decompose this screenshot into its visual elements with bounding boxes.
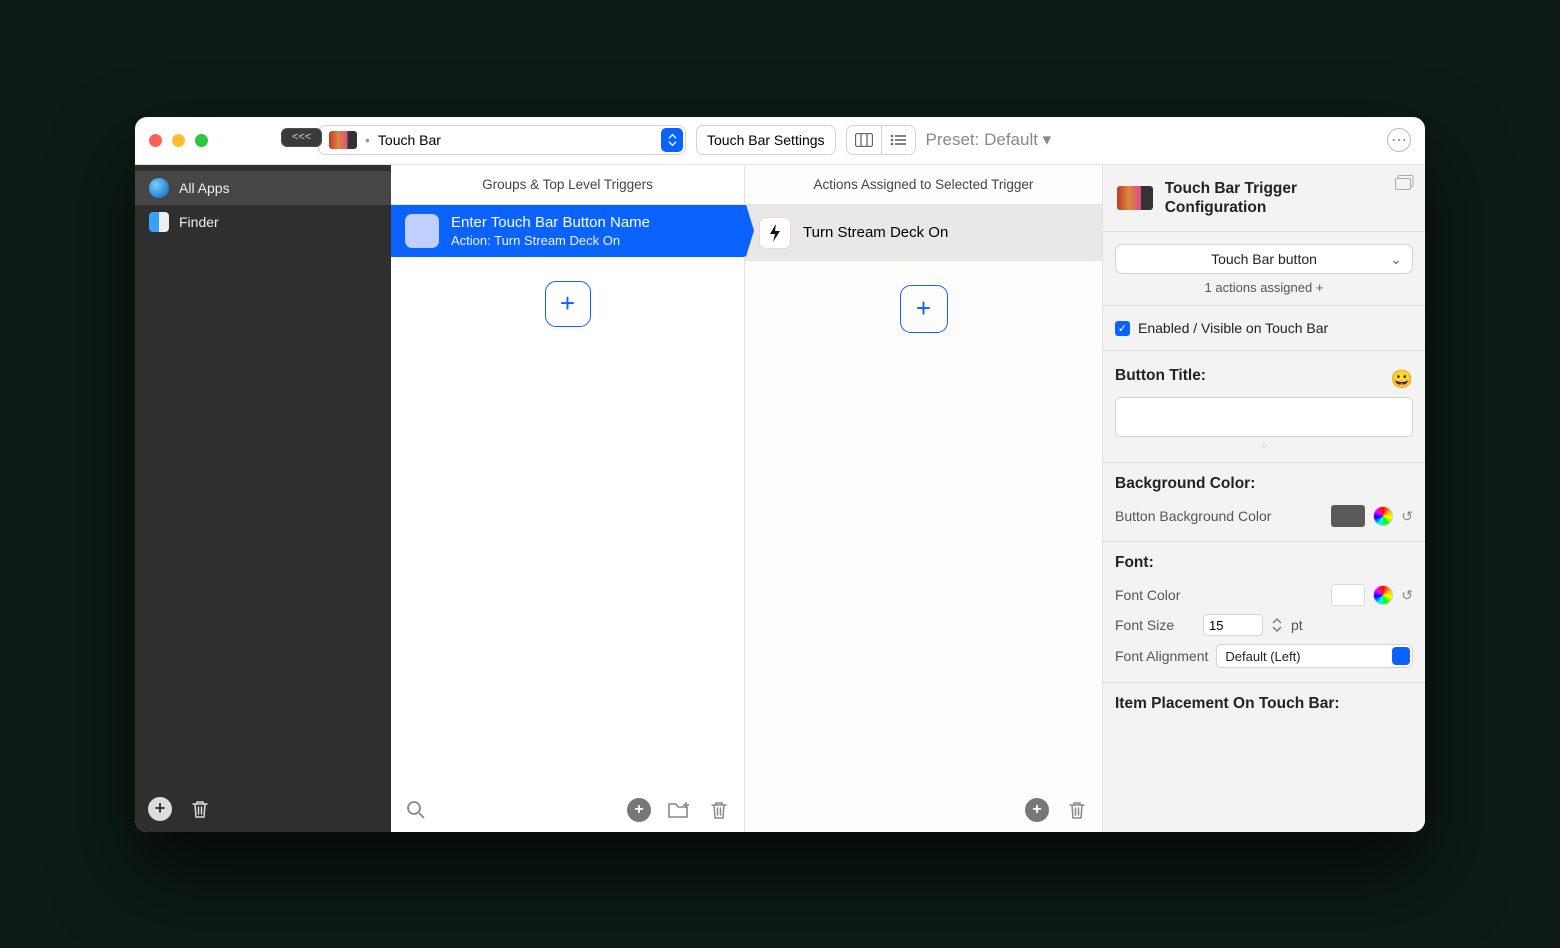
trigger-type-select[interactable]: Touch Bar button ⌄ (1115, 244, 1413, 274)
triggers-column: Groups & Top Level Triggers Enter Touch … (391, 165, 745, 832)
search-button[interactable] (403, 797, 429, 823)
add-circle-button[interactable]: + (626, 797, 652, 823)
action-row[interactable]: Turn Stream Deck On (745, 205, 1102, 261)
sidebar-item-label: Finder (179, 214, 219, 230)
sidebar: <<< All Apps Finder + (135, 165, 391, 832)
app-window: • Touch Bar Touch Bar Settings Preset: D… (135, 117, 1425, 832)
bg-color-label: Button Background Color (1115, 508, 1323, 524)
globe-icon (149, 178, 169, 198)
bg-color-header: Background Color: (1115, 475, 1413, 493)
enabled-checkbox[interactable]: ✓ (1115, 321, 1130, 336)
actions-assigned-text[interactable]: 1 actions assigned + (1103, 280, 1425, 295)
font-size-input[interactable] (1203, 614, 1263, 636)
font-color-label: Font Color (1115, 587, 1323, 603)
more-menu-icon[interactable]: ⋯ (1387, 128, 1411, 152)
font-align-select[interactable]: Default (Left) (1216, 644, 1413, 668)
add-action-circle-button[interactable]: + (1024, 797, 1050, 823)
chevron-down-icon: ⌄ (1390, 251, 1402, 268)
sidebar-item-finder[interactable]: Finder (135, 205, 391, 239)
color-picker-icon[interactable] (1373, 585, 1393, 605)
font-color-swatch[interactable] (1331, 584, 1365, 606)
trash-action-button[interactable] (1064, 797, 1090, 823)
trigger-category-label: Touch Bar (378, 132, 441, 148)
back-button[interactable]: <<< (281, 128, 322, 147)
trigger-title: Enter Touch Bar Button Name (451, 214, 650, 231)
enabled-label: Enabled / Visible on Touch Bar (1138, 320, 1328, 336)
triggers-header: Groups & Top Level Triggers (391, 165, 744, 205)
view-mode-segmented[interactable] (846, 125, 916, 155)
finder-icon (149, 212, 169, 232)
traffic-minimize[interactable] (172, 134, 185, 147)
settings-button-label: Touch Bar Settings (707, 132, 825, 148)
font-size-unit: pt (1291, 617, 1303, 633)
stepper-icon (1392, 647, 1410, 665)
button-title-header: Button Title: (1115, 367, 1206, 385)
touch-bar-icon (1117, 186, 1153, 210)
preset-selector[interactable]: Preset: Default ▾ (926, 130, 1052, 150)
add-action-button[interactable]: + (900, 285, 948, 333)
sidebar-item-all-apps[interactable]: All Apps (135, 171, 391, 205)
window-stack-icon[interactable] (1395, 175, 1415, 191)
font-header: Font: (1115, 554, 1413, 572)
reset-icon[interactable]: ↺ (1401, 508, 1413, 525)
actions-column: Actions Assigned to Selected Trigger Tur… (745, 165, 1103, 832)
emoji-button[interactable]: 😀 (1391, 369, 1413, 390)
new-folder-button[interactable] (666, 797, 692, 823)
titlebar: • Touch Bar Touch Bar Settings Preset: D… (135, 117, 1425, 165)
reset-icon[interactable]: ↺ (1401, 587, 1413, 604)
font-align-label: Font Alignment (1115, 648, 1208, 664)
sidebar-add-button[interactable]: + (147, 796, 173, 822)
resize-handle-icon[interactable]: ○ (1115, 441, 1413, 452)
columns-icon[interactable] (847, 126, 881, 154)
traffic-zoom[interactable] (195, 134, 208, 147)
font-align-value: Default (Left) (1225, 649, 1300, 664)
trigger-type-label: Touch Bar button (1211, 251, 1317, 267)
add-trigger-button[interactable]: + (545, 281, 591, 327)
bg-color-swatch[interactable] (1331, 505, 1365, 527)
action-label: Turn Stream Deck On (803, 224, 948, 241)
list-icon[interactable] (881, 126, 915, 154)
color-picker-icon[interactable] (1373, 506, 1393, 526)
traffic-close[interactable] (149, 134, 162, 147)
trigger-category-select[interactable]: • Touch Bar (318, 125, 686, 155)
trash-button[interactable] (706, 797, 732, 823)
button-title-input[interactable] (1115, 397, 1413, 437)
stepper-icon (661, 128, 683, 152)
bolt-icon (759, 217, 791, 249)
touch-bar-icon (329, 131, 357, 149)
font-size-label: Font Size (1115, 617, 1195, 633)
actions-header: Actions Assigned to Selected Trigger (745, 165, 1102, 205)
touch-bar-button-preview (405, 214, 439, 248)
trigger-subtitle: Action: Turn Stream Deck On (451, 233, 650, 248)
stepper-icon[interactable] (1271, 617, 1283, 633)
config-title: Touch Bar Trigger Configuration (1165, 179, 1401, 218)
sidebar-item-label: All Apps (179, 180, 230, 196)
config-panel: Touch Bar Trigger Configuration Touch Ba… (1103, 165, 1425, 832)
settings-button[interactable]: Touch Bar Settings (696, 125, 836, 155)
trigger-row[interactable]: Enter Touch Bar Button Name Action: Turn… (391, 205, 744, 257)
sidebar-trash-button[interactable] (187, 796, 213, 822)
placement-header: Item Placement On Touch Bar: (1115, 695, 1413, 713)
